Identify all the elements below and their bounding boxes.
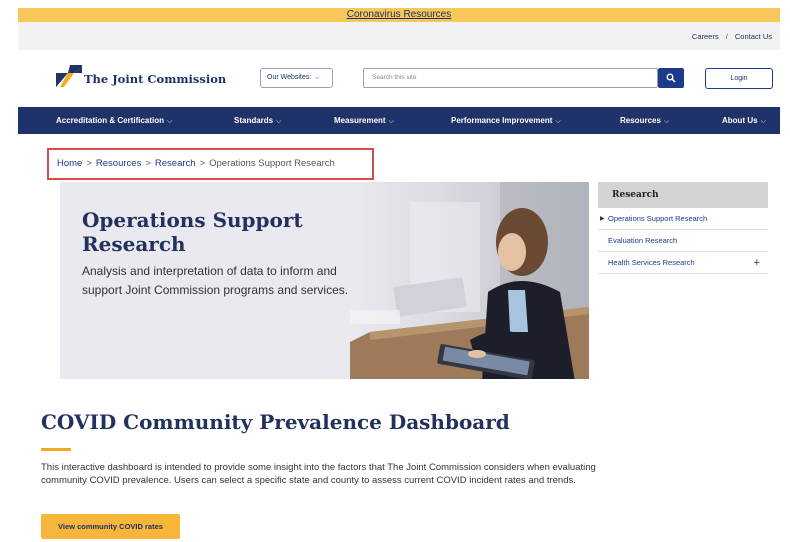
nav-item-label: About Us xyxy=(722,116,758,125)
expand-plus-icon[interactable]: + xyxy=(754,252,760,274)
main-nav: Accreditation & Certification ⌵ Standards… xyxy=(18,107,780,134)
hero-section: Operations Support Research Analysis and… xyxy=(60,182,589,379)
breadcrumb-separator: > xyxy=(145,158,151,169)
nav-item-standards[interactable]: Standards ⌵ xyxy=(234,107,281,134)
covid-banner: Coronavirus Resources xyxy=(18,8,780,22)
chevron-down-icon: ⌵ xyxy=(555,118,561,125)
chevron-down-icon: ⌵ xyxy=(760,118,766,125)
breadcrumb-current: Operations Support Research xyxy=(209,158,335,169)
search-icon xyxy=(666,73,676,83)
covid-dashboard-description: This interactive dashboard is intended t… xyxy=(41,462,596,486)
careers-link[interactable]: Careers xyxy=(692,32,719,41)
sidebar-item-evaluation-research[interactable]: Evaluation Research xyxy=(598,230,768,252)
chevron-down-icon: ⌵ xyxy=(276,118,282,125)
covid-dashboard-title: COVID Community Prevalence Dashboard xyxy=(41,410,510,434)
nav-item-measurement[interactable]: Measurement ⌵ xyxy=(334,107,394,134)
search-button[interactable] xyxy=(658,68,684,88)
sidebar-heading: Research xyxy=(598,182,768,208)
breadcrumb: Home > Resources > Research > Operations Suppo… xyxy=(47,148,374,180)
breadcrumb-home[interactable]: Home xyxy=(57,158,82,169)
nav-item-label: Accreditation & Certification xyxy=(56,116,165,125)
hero-image xyxy=(350,182,589,379)
login-button[interactable]: Login xyxy=(705,68,773,89)
caret-right-icon: ▶ xyxy=(600,216,605,222)
search-input[interactable]: Search this site xyxy=(363,68,658,88)
research-sidebar: Research ▶ Operations Support Research E… xyxy=(598,182,768,274)
chevron-down-icon: ⌵ xyxy=(315,75,320,81)
contact-us-link[interactable]: Contact Us xyxy=(735,32,772,41)
logo-text: The Joint Commission xyxy=(84,72,227,86)
hero-description: Analysis and interpretation of data to i… xyxy=(82,264,349,297)
nav-item-label: Standards xyxy=(234,116,274,125)
nav-item-performance-improvement[interactable]: Performance Improvement ⌵ xyxy=(451,107,561,134)
breadcrumb-research[interactable]: Research xyxy=(155,158,196,169)
view-covid-rates-button[interactable]: View community COVID rates xyxy=(41,514,180,539)
site-logo[interactable]: The Joint Commission xyxy=(56,63,226,89)
sidebar-item-operations-support-research[interactable]: ▶ Operations Support Research xyxy=(598,208,768,230)
nav-item-resources[interactable]: Resources ⌵ xyxy=(620,107,669,134)
joint-commission-logo-icon xyxy=(56,65,82,87)
breadcrumb-resources[interactable]: Resources xyxy=(96,158,141,169)
title-accent-divider xyxy=(41,448,71,451)
coronavirus-resources-link[interactable]: Coronavirus Resources xyxy=(347,9,452,20)
sidebar-item-label: Health Services Research xyxy=(608,258,695,267)
page-title: Operations Support Research xyxy=(82,208,303,256)
nav-item-label: Resources xyxy=(620,116,661,125)
nav-item-label: Measurement xyxy=(334,116,386,125)
our-websites-dropdown[interactable]: Our Websites: ⌵ xyxy=(260,68,333,88)
sidebar-item-health-services-research[interactable]: Health Services Research + xyxy=(598,252,768,274)
our-websites-label: Our Websites: xyxy=(267,74,312,81)
nav-item-about-us[interactable]: About Us ⌵ xyxy=(722,107,766,134)
breadcrumb-separator: > xyxy=(86,158,92,169)
breadcrumb-separator: > xyxy=(199,158,206,169)
nav-item-accreditation[interactable]: Accreditation & Certification ⌵ xyxy=(56,107,172,134)
utility-bar: Careers / Contact Us xyxy=(18,22,780,50)
chevron-down-icon: ⌵ xyxy=(167,118,173,125)
site-header: The Joint Commission Our Websites: ⌵ Sea… xyxy=(18,50,780,107)
sidebar-item-label: Operations Support Research xyxy=(608,214,708,223)
utility-separator: / xyxy=(725,32,728,41)
sidebar-item-label: Evaluation Research xyxy=(608,236,678,245)
chevron-down-icon: ⌵ xyxy=(388,118,394,125)
nav-item-label: Performance Improvement xyxy=(451,116,553,125)
utility-links: Careers / Contact Us xyxy=(692,32,772,41)
chevron-down-icon: ⌵ xyxy=(663,118,670,125)
